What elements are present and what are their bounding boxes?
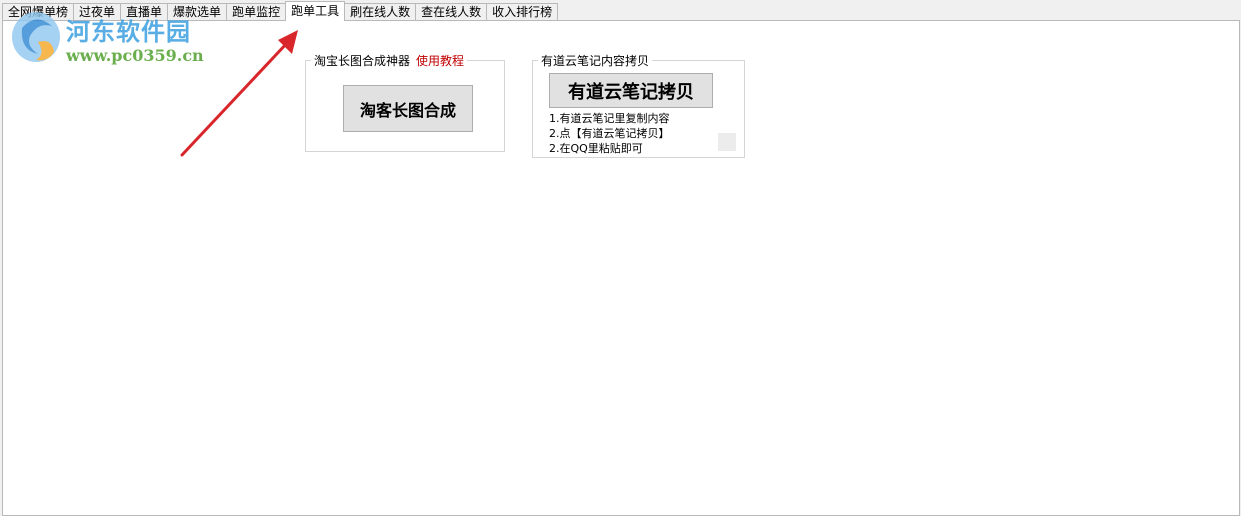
youdao-copy-button[interactable]: 有道云笔记拷贝 <box>549 73 713 108</box>
step-2: 2.点【有道云笔记拷贝】 <box>549 127 670 140</box>
resize-grip <box>718 133 736 151</box>
youdao-group: 有道云笔记内容拷贝 有道云笔记拷贝 1.有道云笔记里复制内容 2.点【有道云笔记… <box>532 52 745 158</box>
tutorial-link[interactable]: 使用教程 <box>416 54 464 68</box>
taobao-group-title-text: 淘宝长图合成神器 <box>314 54 411 68</box>
tab-刷在线人数[interactable]: 刷在线人数 <box>344 3 417 21</box>
taobao-group-title: 淘宝长图合成神器 使用教程 <box>311 52 468 69</box>
tab-收入排行榜[interactable]: 收入排行榜 <box>486 3 559 21</box>
tab-查在线人数[interactable]: 查在线人数 <box>415 3 488 21</box>
step-1: 1.有道云笔记里复制内容 <box>549 112 670 125</box>
taobao-long-image-button[interactable]: 淘客长图合成 <box>343 85 473 132</box>
watermark-logo-icon <box>12 12 60 62</box>
step-3: 2.在QQ里粘贴即可 <box>549 142 643 155</box>
tab-跑单监控[interactable]: 跑单监控 <box>226 3 287 21</box>
red-arrow-annotation <box>180 30 298 157</box>
taobao-group: 淘宝长图合成神器 使用教程 淘客长图合成 <box>305 52 505 152</box>
tab-跑单工具[interactable]: 跑单工具 <box>285 1 346 21</box>
youdao-group-title: 有道云笔记内容拷贝 <box>538 52 653 69</box>
youdao-steps: 1.有道云笔记里复制内容 2.点【有道云笔记拷贝】 2.在QQ里粘贴即可 <box>549 111 670 156</box>
